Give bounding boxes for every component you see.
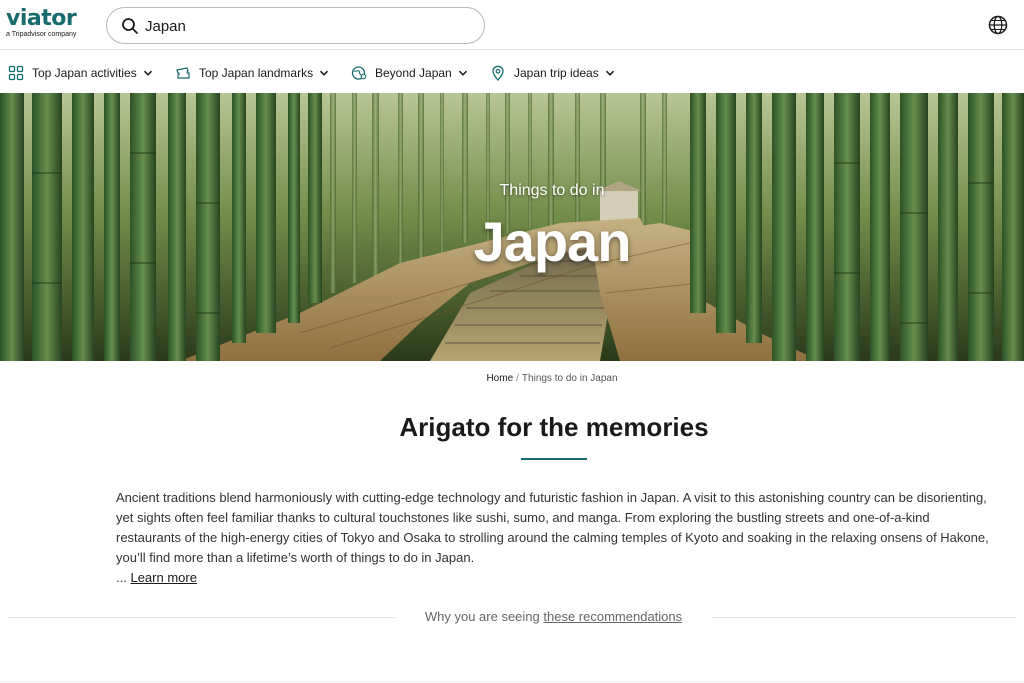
globe-icon[interactable] <box>987 14 1009 36</box>
ellipsis: ... <box>116 570 127 585</box>
intro-paragraph: Ancient traditions blend harmoniously wi… <box>116 490 989 565</box>
recommendations-prefix: Why you are seeing <box>424 609 540 624</box>
chevron-down-icon <box>605 70 614 76</box>
logo-wordmark: viator <box>6 6 77 31</box>
chevron-down-icon <box>143 70 152 76</box>
nav-top-landmarks[interactable]: Top Japan landmarks <box>175 63 329 83</box>
viator-logo[interactable]: viator a Tripadvisor company <box>6 8 86 42</box>
nav-label: Top Japan activities <box>32 66 137 80</box>
breadcrumb-current: Things to do in Japan <box>521 373 618 384</box>
nav-beyond-japan[interactable]: Beyond Japan <box>351 63 468 83</box>
learn-more-row: ... Learn more <box>116 568 197 588</box>
chevron-down-icon <box>320 70 329 76</box>
hero-subtitle: Things to do in <box>499 182 605 199</box>
learn-more-link[interactable]: Learn more <box>130 570 196 585</box>
ticket-icon <box>176 67 190 79</box>
search-icon <box>122 18 138 34</box>
hero-banner: Things to do in Japan <box>0 93 1024 361</box>
hero-title: Japan <box>473 210 632 273</box>
divider-right <box>711 617 1016 618</box>
bottom-divider <box>0 681 1024 682</box>
grid-icon <box>8 65 24 81</box>
nav-trip-ideas[interactable]: Japan trip ideas <box>490 63 615 83</box>
chevron-down-icon <box>458 70 467 76</box>
recommendations-link[interactable]: these recommendations <box>543 609 682 624</box>
nav-label: Beyond Japan <box>375 66 452 80</box>
logo-tagline: a Tripadvisor company <box>6 31 77 38</box>
breadcrumb: Home / Things to do in Japan <box>0 373 1024 384</box>
map-pin-icon <box>492 65 504 81</box>
heading-divider <box>521 458 587 460</box>
nav-label: Japan trip ideas <box>514 66 599 80</box>
nav-top-activities[interactable]: Top Japan activities <box>8 63 153 83</box>
search-input[interactable] <box>145 16 465 36</box>
globe-pin-icon <box>351 66 367 80</box>
breadcrumb-home[interactable]: Home <box>486 373 513 384</box>
recommendations-notice: Why you are seeing these recommendations <box>400 609 707 625</box>
category-nav: Top Japan activities Top Japan landmarks… <box>0 51 1024 93</box>
nav-label: Top Japan landmarks <box>199 66 314 80</box>
search-bar[interactable] <box>106 7 485 44</box>
site-header: viator a Tripadvisor company <box>0 0 1024 50</box>
divider-left <box>8 617 396 618</box>
breadcrumb-separator: / <box>516 373 519 384</box>
page-heading: Arigato for the memories <box>399 412 709 442</box>
